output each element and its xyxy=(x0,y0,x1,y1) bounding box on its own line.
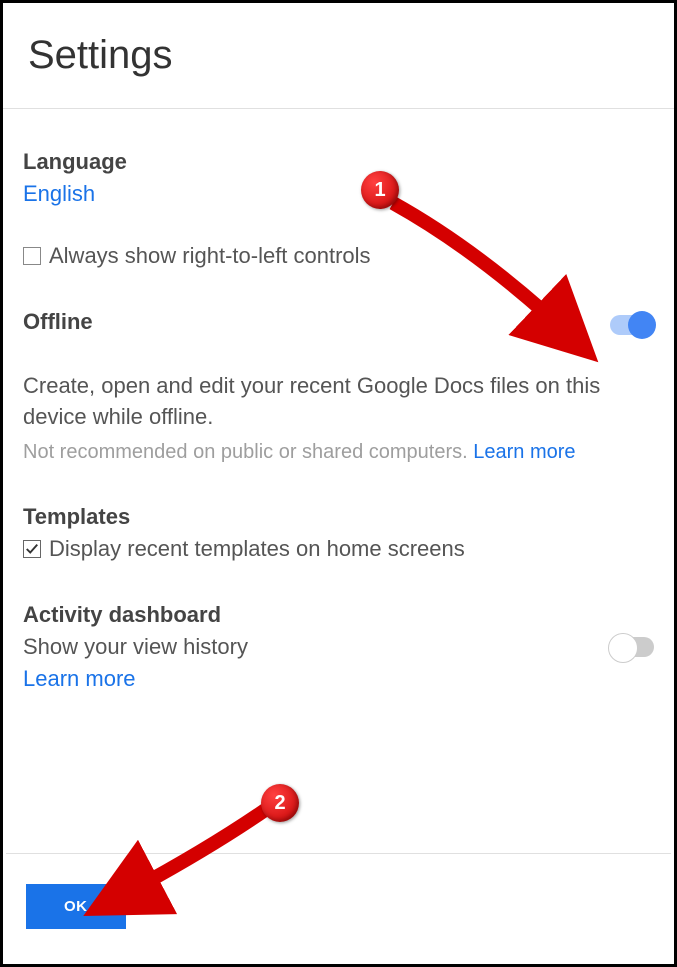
templates-checkbox[interactable] xyxy=(23,540,41,558)
activity-learn-more-link[interactable]: Learn more xyxy=(23,666,136,692)
annotation-callout-1: 1 xyxy=(361,171,399,209)
rtl-checkbox-label: Always show right-to-left controls xyxy=(49,243,371,269)
activity-section: Activity dashboard Show your view histor… xyxy=(23,602,654,692)
annotation-arrow-1 xyxy=(383,193,613,373)
language-title: Language xyxy=(23,149,654,175)
offline-learn-more-link[interactable]: Learn more xyxy=(473,441,575,463)
offline-hint: Not recommended on public or shared comp… xyxy=(23,441,654,464)
offline-hint-text: Not recommended on public or shared comp… xyxy=(23,441,473,463)
templates-title: Templates xyxy=(23,504,654,530)
settings-header: Settings xyxy=(3,3,674,109)
activity-subtitle: Show your view history xyxy=(23,634,248,660)
check-icon xyxy=(25,542,39,556)
templates-section: Templates Display recent templates on ho… xyxy=(23,504,654,562)
page-title: Settings xyxy=(28,33,649,78)
activity-row: Show your view history xyxy=(23,634,654,660)
offline-toggle[interactable] xyxy=(610,315,654,335)
rtl-checkbox[interactable] xyxy=(23,247,41,265)
templates-checkbox-label: Display recent templates on home screens xyxy=(49,536,465,562)
offline-description: Create, open and edit your recent Google… xyxy=(23,371,654,433)
activity-toggle[interactable] xyxy=(610,637,654,657)
annotation-arrow-2 xyxy=(83,803,293,923)
templates-checkbox-row[interactable]: Display recent templates on home screens xyxy=(23,536,654,562)
offline-title: Offline xyxy=(23,309,93,335)
annotation-callout-2: 2 xyxy=(261,784,299,822)
activity-title: Activity dashboard xyxy=(23,602,654,628)
